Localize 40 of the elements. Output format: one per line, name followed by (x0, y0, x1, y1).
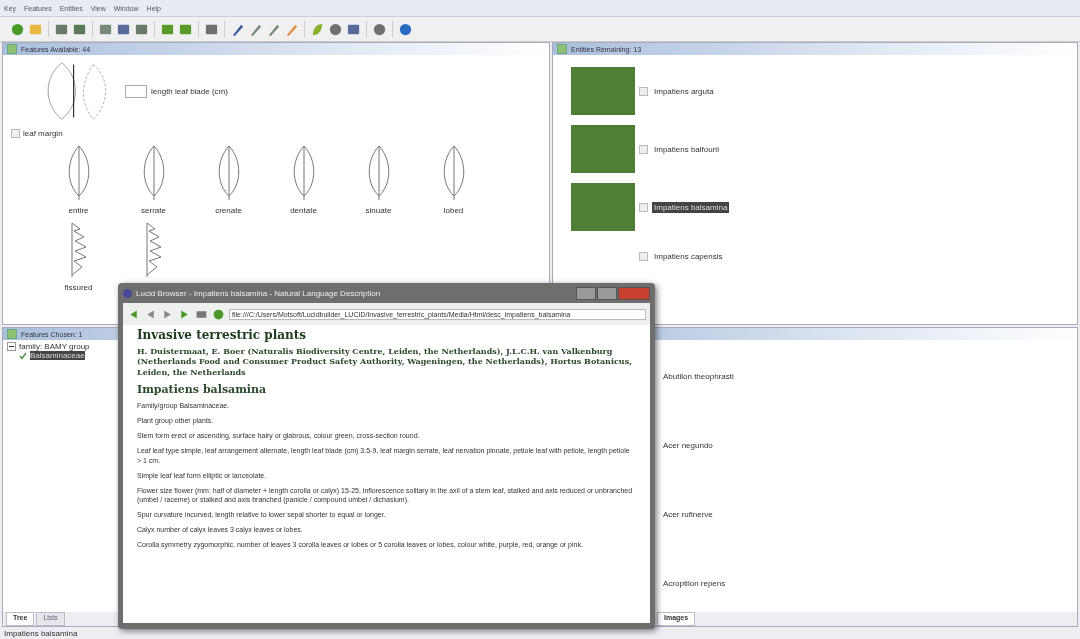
feature-label: leaf margin (23, 129, 63, 138)
page-heading: Invasive terrestric plants (137, 328, 308, 342)
checkbox[interactable] (639, 202, 648, 212)
status-text: Impatiens balsamina (4, 628, 78, 638)
length-input-field[interactable] (125, 84, 147, 98)
check-icon (19, 351, 27, 360)
option-label: dentate (290, 206, 317, 215)
species-heading: Impatiens balsamina (137, 383, 268, 397)
maximize-button[interactable] (597, 286, 617, 300)
option-label: serrate (141, 206, 166, 215)
option-label: entire (68, 206, 89, 215)
window-title: Lucid Browser - Impatiens balsamina - Natural Language Description (136, 288, 381, 298)
option-label: fissured (64, 283, 93, 292)
minimize-button[interactable] (576, 286, 596, 300)
checkbox[interactable] (11, 129, 20, 138)
collapse-icon[interactable] (7, 342, 16, 351)
entity-name[interactable]: Impatiens balfourii (652, 143, 721, 155)
checkbox[interactable] (639, 86, 648, 96)
help-icon[interactable] (398, 21, 413, 37)
checkbox[interactable] (639, 251, 648, 261)
entity-name[interactable]: Abutilon theophrasti (663, 372, 1077, 381)
entity-name[interactable]: Impatiens capensis (652, 250, 725, 262)
panel-icon (557, 44, 567, 54)
panel-icon (7, 329, 17, 339)
tree-item[interactable]: Balsaminaceae (30, 351, 85, 360)
option-label: lobed (443, 206, 464, 215)
entity-name[interactable]: Impatiens arguta (652, 85, 716, 97)
authors-text: H. Duistermaat, E. Boer (Naturalis Biodiversity Centre, Leiden, the Netherlands), J.L.C.H. van Valkenburg (Netherlands Food and Consumer Product Safety Authority, Wageningen, the Netherlands), Hortus Botanicus, Leiden, the Netherlands (137, 346, 633, 378)
entity-name[interactable]: Acer rufinerve (663, 510, 1077, 519)
entity-name[interactable]: Acer negundo (663, 441, 1077, 450)
option-label: crenate (215, 206, 242, 215)
leaf-icon[interactable] (310, 21, 325, 37)
panel-icon (7, 44, 17, 54)
entity-name[interactable]: Impatiens balsamina (652, 201, 730, 213)
feature-label: length leaf blade (cm) (151, 86, 228, 96)
option-label: sinuate (365, 206, 392, 215)
entity-name[interactable]: Acroptilon repens (663, 579, 1077, 588)
checkbox[interactable] (639, 144, 648, 154)
tree-item[interactable]: family: BAMY group (19, 342, 90, 351)
app-icon (123, 288, 132, 298)
